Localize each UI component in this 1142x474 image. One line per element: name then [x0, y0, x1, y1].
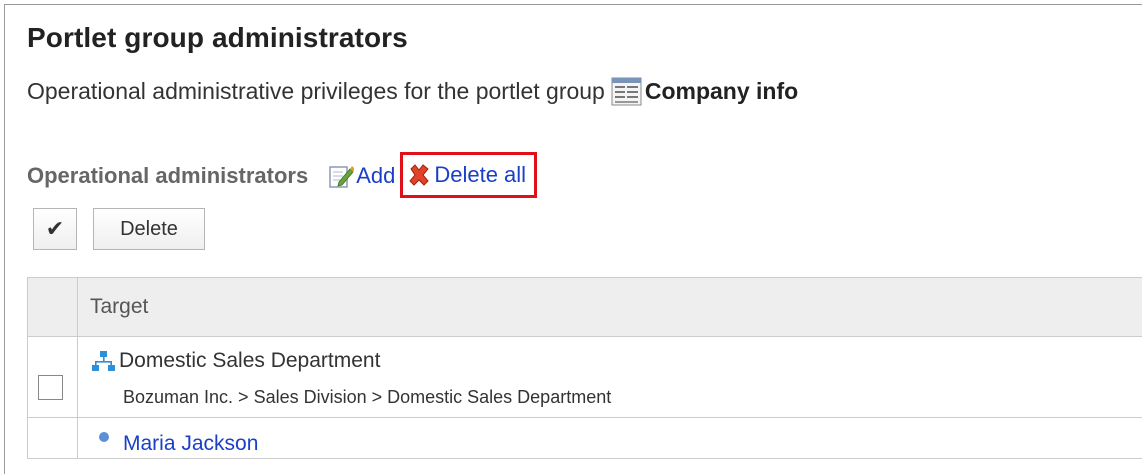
- delete-button[interactable]: Delete: [93, 208, 205, 250]
- description-text: Operational administrative privileges fo…: [27, 78, 605, 105]
- table-header-row: Target: [28, 278, 1142, 337]
- delete-all-label: Delete all: [434, 162, 526, 188]
- operational-administrators-header: Operational administrators Add Delete al…: [27, 154, 537, 198]
- portlet-group-icon: [611, 77, 642, 106]
- entity-name: Domestic Sales Department: [91, 349, 1142, 373]
- row-checkbox-cell: [28, 418, 78, 459]
- delete-x-icon: [407, 163, 431, 187]
- delete-all-highlight: Delete all: [400, 152, 537, 198]
- user-name-link[interactable]: Maria Jackson: [123, 432, 258, 456]
- add-label: Add: [356, 163, 395, 189]
- organization-icon: [91, 349, 116, 373]
- entity-path: Bozuman Inc. > Sales Division > Domestic…: [123, 387, 1142, 408]
- row-target-cell: Maria Jackson: [78, 418, 1142, 459]
- page-description: Operational administrative privileges fo…: [27, 77, 798, 106]
- delete-all-link[interactable]: Delete all: [407, 162, 526, 188]
- row-target-cell: Domestic Sales Department Bozuman Inc. >…: [78, 337, 1142, 418]
- section-title: Operational administrators: [27, 163, 308, 189]
- table-row: Domestic Sales Department Bozuman Inc. >…: [28, 337, 1142, 418]
- user-icon: [94, 430, 114, 450]
- list-toolbar: ✔ Delete: [33, 208, 205, 250]
- portlet-group-name: Company info: [645, 78, 798, 105]
- page-title: Portlet group administrators: [27, 22, 408, 54]
- administrators-table: Target: [27, 277, 1142, 459]
- entity-name-text: Domestic Sales Department: [119, 349, 380, 373]
- select-all-button[interactable]: ✔: [33, 208, 77, 250]
- target-column-header: Target: [78, 278, 1142, 337]
- add-edit-icon: [328, 163, 354, 189]
- checkbox-column-header: [28, 278, 78, 337]
- row-checkbox[interactable]: [38, 375, 63, 400]
- row-checkbox-cell: [28, 337, 78, 418]
- add-link[interactable]: Add: [328, 163, 395, 189]
- table-row: Maria Jackson: [28, 418, 1142, 459]
